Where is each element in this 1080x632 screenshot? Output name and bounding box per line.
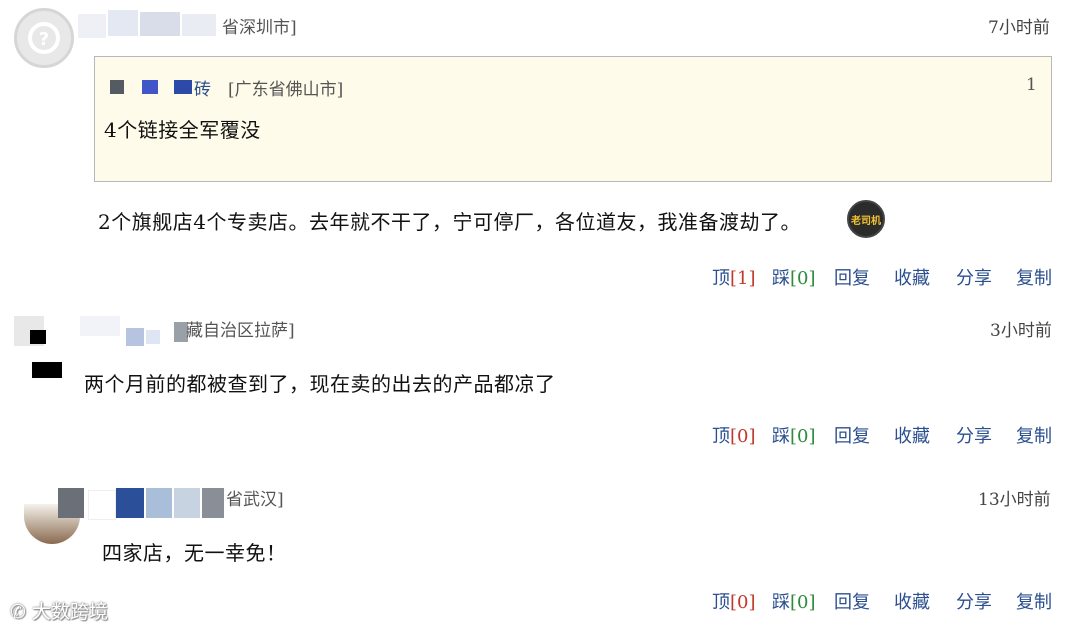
reply-button[interactable]: 回复 (834, 422, 870, 448)
question-icon: ? (28, 22, 60, 54)
reply-button[interactable]: 回复 (834, 264, 870, 290)
avatar[interactable]: ? (14, 8, 74, 68)
quote-text: 4个链接全军覆没 (104, 118, 261, 142)
badge-icon: 老司机 (847, 200, 885, 238)
watermark-text: 大数跨境 (31, 601, 108, 623)
blurred-username (116, 488, 144, 518)
quote-location: [广东省佛山市] (228, 80, 344, 100)
blurred-username (174, 488, 200, 518)
up-button[interactable]: 顶[0] (712, 422, 756, 448)
comment-location: 藏自治区拉萨] (186, 321, 295, 341)
down-count: [0] (790, 592, 816, 613)
blurred-username (182, 14, 216, 36)
copy-button[interactable]: 复制 (1016, 422, 1052, 448)
comment-text: 两个月前的都被查到了，现在卖的出去的产品都凉了 (84, 372, 556, 396)
up-count: [1] (730, 268, 756, 289)
comment-time: 3小时前 (990, 321, 1052, 341)
down-button[interactable]: 踩[0] (772, 422, 816, 448)
blurred-username (140, 12, 180, 36)
up-button[interactable]: 顶[0] (712, 588, 756, 614)
copy-button[interactable]: 复制 (1016, 264, 1052, 290)
share-button[interactable]: 分享 (956, 588, 992, 614)
quote-username[interactable]: 砖 (194, 75, 211, 100)
blurred-username (202, 488, 224, 518)
share-button[interactable]: 分享 (956, 264, 992, 290)
blurred-username (174, 80, 192, 94)
blurred-avatar (32, 362, 62, 378)
share-button[interactable]: 分享 (956, 422, 992, 448)
blurred-username (80, 316, 120, 336)
comment-location: 省武汉] (226, 490, 284, 510)
svg-text:?: ? (39, 29, 49, 50)
comment-text: 2个旗舰店4个专卖店。去年就不干了，宁可停厂，各位道友，我准备渡劫了。 (98, 210, 801, 234)
down-button[interactable]: 踩[0] (772, 264, 816, 290)
blurred-username (142, 80, 158, 94)
up-count: [0] (730, 592, 756, 613)
blurred-username (58, 488, 84, 518)
favorite-button[interactable]: 收藏 (894, 422, 930, 448)
blurred-avatar (30, 330, 46, 344)
blurred-username (146, 488, 172, 518)
watermark-logo-icon: ✆ (10, 601, 32, 623)
comment-time: 13小时前 (978, 490, 1051, 510)
blurred-username (108, 10, 138, 36)
favorite-button[interactable]: 收藏 (894, 264, 930, 290)
blurred-username (88, 490, 116, 520)
blurred-username (110, 80, 124, 94)
comment-text: 四家店，无一幸免！ (102, 541, 287, 565)
up-button[interactable]: 顶[1] (712, 264, 756, 290)
quote-floor-number: 1 (1026, 75, 1037, 95)
up-count: [0] (730, 426, 756, 447)
reply-button[interactable]: 回复 (834, 588, 870, 614)
comment-location: 省深圳市] (222, 18, 297, 38)
comment-time: 7小时前 (988, 18, 1050, 38)
blurred-username (126, 328, 144, 346)
copy-button[interactable]: 复制 (1016, 588, 1052, 614)
blurred-username (78, 14, 106, 38)
favorite-button[interactable]: 收藏 (894, 588, 930, 614)
blurred-username (146, 330, 160, 344)
badge-label: 老司机 (851, 215, 881, 227)
down-count: [0] (790, 268, 816, 289)
down-count: [0] (790, 426, 816, 447)
down-button[interactable]: 踩[0] (772, 588, 816, 614)
watermark: ✆ 大数跨境 (10, 597, 108, 624)
